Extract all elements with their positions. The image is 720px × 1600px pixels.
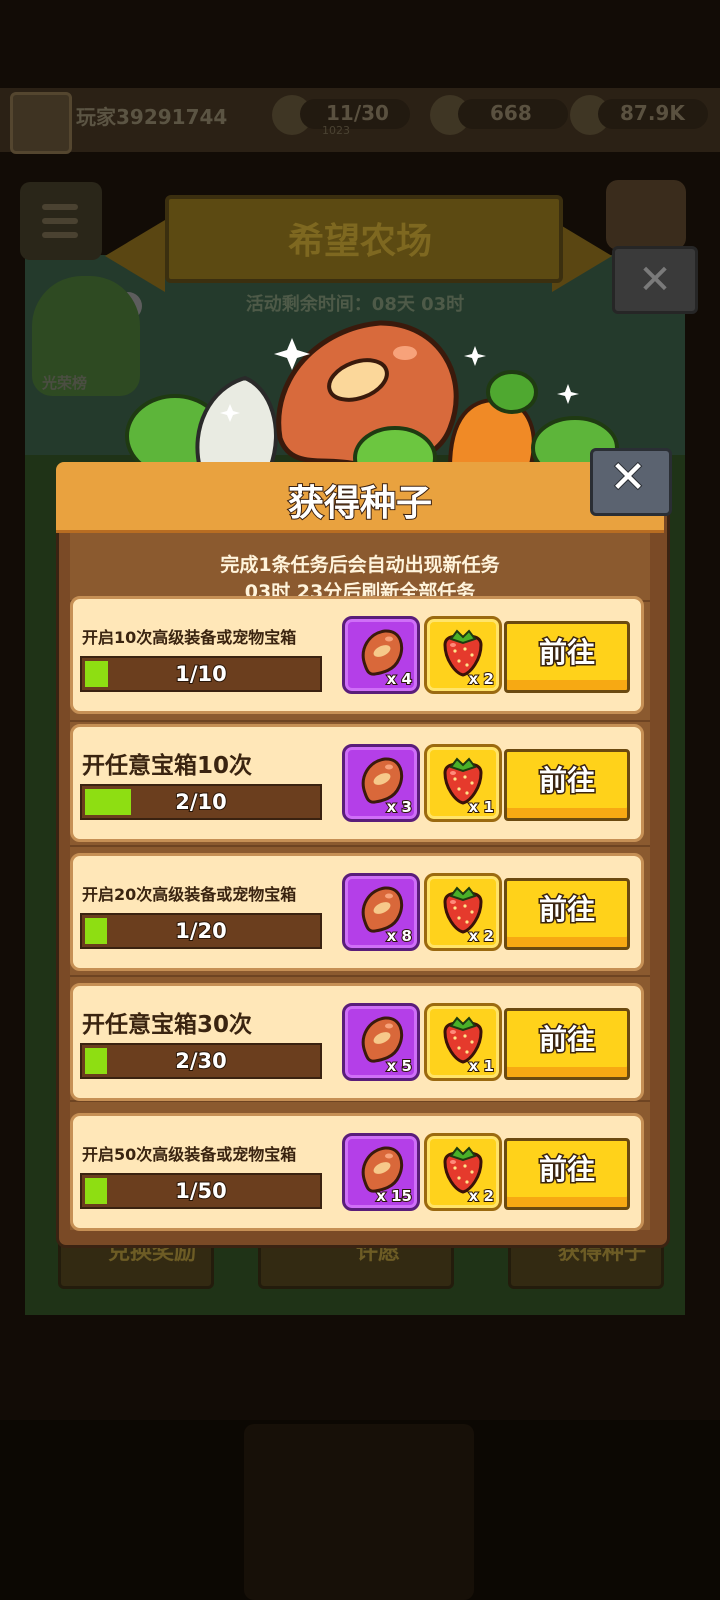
resource-value: 11/30 [326, 101, 389, 125]
seed-reward-qty: x 8 [386, 926, 413, 946]
menu-icon [42, 204, 78, 210]
go-button-label: 前往 [537, 892, 596, 928]
wood-plank-line [70, 720, 650, 722]
seed-reward-qty: x 3 [386, 797, 413, 817]
seed-reward-slot[interactable]: x 4 [342, 616, 420, 694]
go-button[interactable]: 前往 [504, 878, 630, 950]
task-name: 开启10次高级装备或宠物宝箱 [82, 628, 297, 647]
modal-title: 获得种子 [287, 482, 433, 525]
seed-reward-slot[interactable]: x 15 [342, 1133, 420, 1211]
go-button-label: 前往 [537, 635, 596, 671]
menu-icon [42, 232, 78, 238]
seed-reward-slot[interactable]: x 8 [342, 873, 420, 951]
resource-value: 87.9K [620, 101, 685, 125]
shield-icon[interactable] [606, 180, 686, 250]
nav-battle-tab[interactable] [244, 1424, 474, 1600]
go-button-label: 前往 [537, 1152, 596, 1188]
vegetables-illustration [125, 320, 619, 478]
seed-reward-slot[interactable]: x 3 [342, 744, 420, 822]
task-progress-text: 1/10 [174, 661, 228, 687]
strawberry-reward-slot[interactable]: x 1 [424, 1003, 502, 1081]
task-progress-bar: 2/30 [80, 1043, 322, 1079]
event-close-icon[interactable]: ✕ [612, 246, 698, 314]
wood-plank-line [70, 845, 650, 847]
player-avatar[interactable] [10, 92, 72, 154]
wood-plank-line [70, 975, 650, 977]
event-timer: 活动剩余时间：08天 03时 [245, 294, 465, 315]
strawberry-reward-qty: x 2 [468, 1186, 495, 1206]
strawberry-reward-qty: x 2 [468, 669, 495, 689]
go-button[interactable]: 前往 [504, 1138, 630, 1210]
honor-board-label: 光荣榜 [42, 374, 88, 392]
strawberry-reward-qty: x 1 [468, 1056, 495, 1076]
menu-icon [42, 218, 78, 224]
task-progress-text: 2/10 [174, 789, 228, 815]
task-name: 开任意宝箱30次 [82, 1012, 253, 1038]
task-progress-bar: 1/50 [80, 1173, 322, 1209]
task-progress-text: 1/50 [174, 1178, 228, 1204]
strawberry-reward-slot[interactable]: x 2 [424, 873, 502, 951]
event-title: 希望农场 [287, 221, 432, 262]
seed-reward-qty: x 5 [386, 1056, 413, 1076]
close-icon[interactable]: ✕ [590, 448, 666, 510]
strawberry-reward-slot[interactable]: x 1 [424, 744, 502, 822]
resource-sub-value: 1023 [322, 124, 350, 137]
go-button-label: 前往 [537, 1022, 596, 1058]
seed-reward-qty: x 15 [375, 1186, 413, 1206]
strawberry-reward-slot[interactable]: x 2 [424, 616, 502, 694]
task-name: 开启50次高级装备或宠物宝箱 [82, 1145, 297, 1164]
player-name: 玩家39291744 [76, 105, 228, 129]
task-name: 开任意宝箱10次 [82, 753, 253, 779]
go-button[interactable]: 前往 [504, 1008, 630, 1080]
go-button-label: 前往 [537, 763, 596, 799]
strawberry-reward-slot[interactable]: x 2 [424, 1133, 502, 1211]
seed-reward-qty: x 4 [386, 669, 413, 689]
task-name: 开启20次高级装备或宠物宝箱 [82, 885, 297, 904]
resource-value: 668 [490, 101, 532, 125]
seed-reward-slot[interactable]: x 5 [342, 1003, 420, 1081]
task-progress-bar: 2/10 [80, 784, 322, 820]
go-button[interactable]: 前往 [504, 749, 630, 821]
task-progress-bar: 1/20 [80, 913, 322, 949]
strawberry-reward-qty: x 2 [468, 926, 495, 946]
go-button[interactable]: 前往 [504, 621, 630, 693]
task-progress-bar: 1/10 [80, 656, 322, 692]
modal-subtitle-line1: 完成1条任务后会自动出现新任务 [220, 554, 500, 576]
task-progress-text: 1/20 [174, 918, 228, 944]
strawberry-reward-qty: x 1 [468, 797, 495, 817]
task-progress-text: 2/30 [174, 1048, 228, 1074]
